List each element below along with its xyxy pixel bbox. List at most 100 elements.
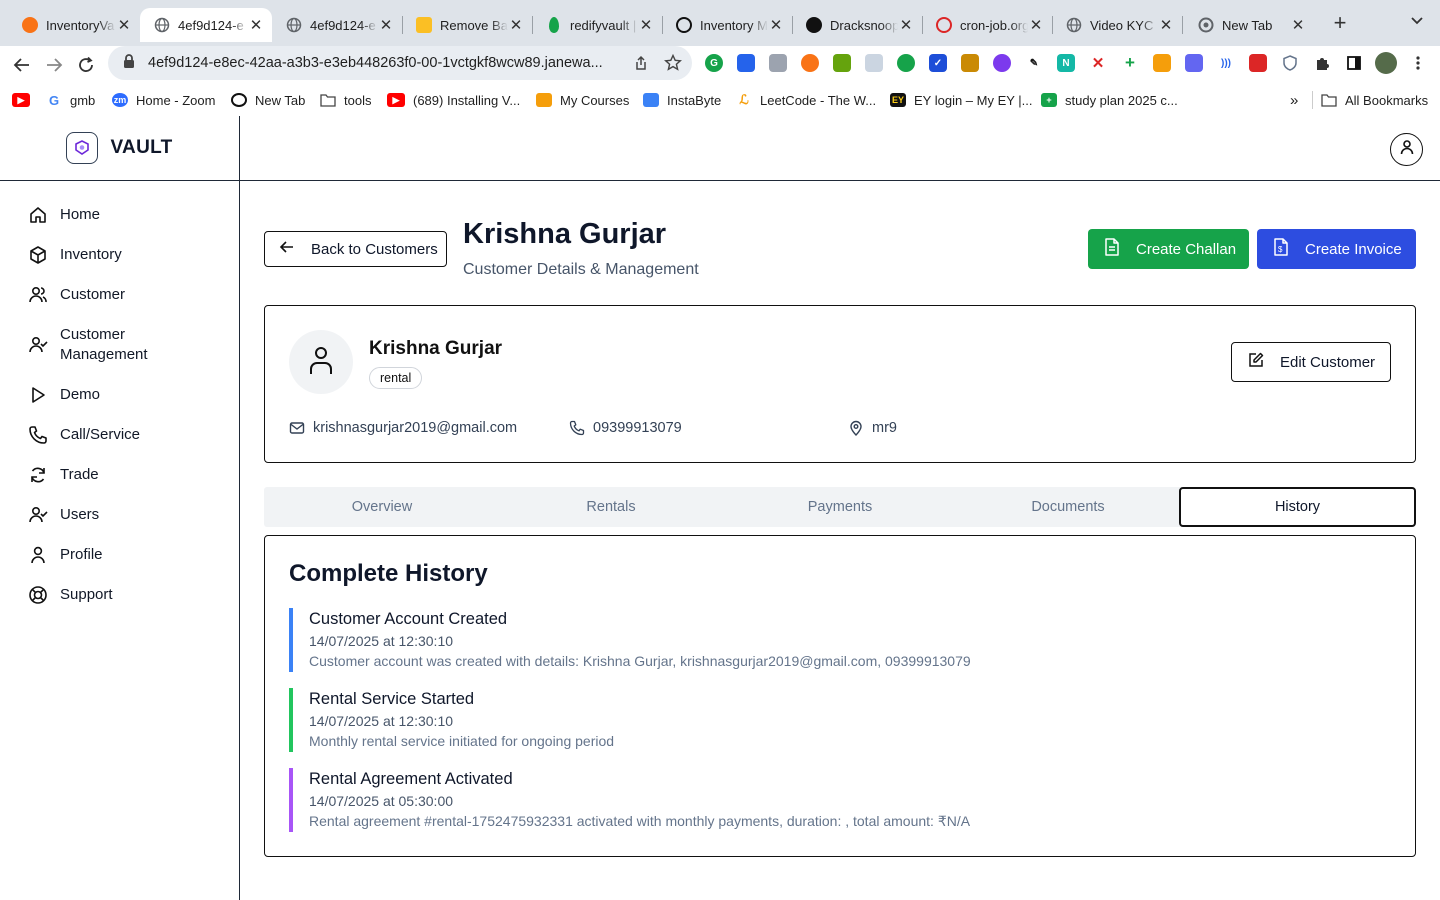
users-icon: [28, 285, 48, 305]
back-to-customers-button[interactable]: Back to Customers: [264, 231, 447, 267]
bookmarks-overflow-icon[interactable]: »: [1290, 91, 1298, 109]
user-menu-button[interactable]: [1390, 133, 1423, 166]
plus-extension-icon[interactable]: +: [1121, 53, 1139, 72]
kebab-menu-icon[interactable]: [1409, 54, 1427, 72]
bookmark-leetcode[interactable]: ℒ LeetCode - The W...: [736, 91, 876, 109]
bookmark-study-plan[interactable]: + study plan 2025 c...: [1041, 91, 1178, 109]
new-tab-plus-icon[interactable]: +: [1328, 12, 1352, 36]
close-icon[interactable]: ✕: [638, 16, 654, 34]
browser-tab[interactable]: redifyvault | ✕: [532, 8, 662, 42]
close-icon[interactable]: ✕: [768, 16, 784, 34]
back-arrow-icon[interactable]: [9, 53, 35, 77]
create-challan-button[interactable]: Create Challan: [1088, 229, 1249, 269]
close-icon[interactable]: ✕: [1290, 16, 1306, 34]
box-icon: [28, 245, 48, 265]
vault-logo-icon[interactable]: [66, 132, 99, 164]
x-extension-icon[interactable]: ✕: [1089, 54, 1107, 72]
address-bar[interactable]: 4ef9d124-e8ec-42aa-a3b3-e3eb448263f0-00-…: [108, 46, 692, 80]
tab-payments[interactable]: Payments: [726, 487, 954, 527]
bookmark-youtube[interactable]: ▶: [12, 91, 38, 109]
youtube-icon: ▶: [12, 93, 30, 107]
extension-icon[interactable]: [1153, 54, 1171, 72]
close-icon[interactable]: ✕: [378, 16, 394, 34]
wave-extension-icon[interactable]: ))): [1217, 54, 1235, 72]
close-icon[interactable]: ✕: [248, 16, 264, 34]
side-panel-icon[interactable]: [1345, 54, 1363, 72]
extension-icon[interactable]: [1185, 54, 1203, 72]
chevron-down-icon[interactable]: [1406, 12, 1428, 34]
bookmark-ey[interactable]: EY EY login – My EY |...: [890, 91, 1033, 109]
extension-icon[interactable]: [833, 54, 851, 72]
reader-extension-icon[interactable]: [737, 54, 755, 72]
history-item-time: 14/07/2025 at 05:30:00: [309, 793, 454, 809]
browser-tab[interactable]: cron-job.org ✕: [922, 8, 1052, 42]
history-item-description: Monthly rental service initiated for ong…: [309, 733, 615, 749]
notion-extension-icon[interactable]: N: [1057, 54, 1075, 72]
browser-tab[interactable]: 4ef9d124-e ✕: [272, 8, 402, 42]
close-icon[interactable]: ✕: [1158, 16, 1174, 34]
tab-documents[interactable]: Documents: [954, 487, 1182, 527]
shield-extension-icon[interactable]: [1281, 54, 1299, 72]
bookmark-gmb[interactable]: G gmb: [46, 91, 95, 109]
sidebar-item-support[interactable]: Support: [28, 585, 170, 605]
lock-icon[interactable]: [122, 53, 136, 74]
browser-tab[interactable]: New Tab ✕: [1184, 8, 1314, 42]
share-icon[interactable]: [632, 54, 650, 72]
bookmark-folder-tools[interactable]: tools: [320, 91, 371, 109]
sidebar-item-inventory[interactable]: Inventory: [28, 245, 170, 265]
extension-icon[interactable]: [801, 54, 819, 72]
extension-icon[interactable]: [897, 54, 915, 72]
bookmark-zoom[interactable]: zm Home - Zoom: [112, 91, 215, 109]
checkbox-extension-icon[interactable]: ✓: [929, 54, 947, 72]
extension-icon[interactable]: [993, 54, 1011, 72]
browser-tab[interactable]: Video KYC ✕: [1052, 8, 1182, 42]
profile-avatar[interactable]: [1375, 52, 1397, 74]
remove-bg-favicon: [416, 17, 432, 33]
history-item-title: Rental Agreement Activated: [309, 770, 513, 788]
close-icon[interactable]: ✕: [508, 16, 524, 34]
close-icon[interactable]: ✕: [898, 16, 914, 34]
edit-customer-button[interactable]: Edit Customer: [1231, 342, 1391, 382]
sidebar-item-call-service[interactable]: Call/Service: [28, 425, 170, 445]
bookmark-instabyte[interactable]: InstaByte: [643, 91, 721, 109]
extension-icon[interactable]: [865, 54, 883, 72]
bookmark-my-courses[interactable]: My Courses: [536, 91, 629, 109]
browser-tab[interactable]: Dracksnoop ✕: [792, 8, 922, 42]
bookmark-youtube-video[interactable]: ▶ (689) Installing V...: [387, 91, 520, 109]
browser-tab[interactable]: Remove Bac ✕: [402, 8, 532, 42]
pen-extension-icon[interactable]: ✎: [1025, 54, 1043, 72]
grammarly-extension-icon[interactable]: G: [705, 54, 723, 72]
url-text[interactable]: 4ef9d124-e8ec-42aa-a3b3-e3eb448263f0-00-…: [148, 55, 626, 71]
puzzle-extensions-icon[interactable]: [1313, 54, 1331, 72]
sidebar-item-label: Demo: [60, 386, 101, 403]
create-invoice-button[interactable]: $ Create Invoice: [1257, 229, 1416, 269]
sidebar-item-customer-management[interactable]: Customer Management: [28, 325, 170, 365]
extension-icon[interactable]: [1249, 54, 1267, 72]
sidebar-item-trade[interactable]: Trade: [28, 465, 170, 485]
camera-extension-icon[interactable]: [769, 54, 787, 72]
close-icon[interactable]: ✕: [116, 16, 132, 34]
browser-tab-active[interactable]: 4ef9d124-e ✕: [140, 8, 272, 42]
bookmark-star-icon[interactable]: [664, 54, 682, 72]
sidebar-item-profile[interactable]: Profile: [28, 545, 170, 565]
user-icon: [308, 345, 334, 380]
close-icon[interactable]: ✕: [1028, 16, 1044, 34]
tab-overview[interactable]: Overview: [268, 487, 496, 527]
extension-icon[interactable]: [961, 54, 979, 72]
sidebar-item-users[interactable]: Users: [28, 505, 170, 525]
browser-tab[interactable]: InventoryVa ✕: [8, 8, 140, 42]
tab-label: Remove Bac: [440, 17, 508, 33]
sidebar-item-home[interactable]: Home: [28, 205, 170, 225]
bookmark-new-tab[interactable]: New Tab: [231, 91, 305, 109]
forward-arrow-icon[interactable]: [41, 53, 67, 77]
tab-history[interactable]: History: [1179, 487, 1416, 527]
sidebar-item-customer[interactable]: Customer: [28, 285, 170, 305]
browser-tab[interactable]: Inventory M ✕: [662, 8, 792, 42]
location-text: mr9: [872, 420, 897, 436]
history-item-time: 14/07/2025 at 12:30:10: [309, 633, 454, 649]
reload-icon[interactable]: [73, 53, 99, 77]
tab-rentals[interactable]: Rentals: [497, 487, 725, 527]
sidebar-item-demo[interactable]: Demo: [28, 385, 170, 405]
arrow-left-icon: [279, 239, 295, 259]
all-bookmarks[interactable]: All Bookmarks: [1312, 91, 1428, 109]
